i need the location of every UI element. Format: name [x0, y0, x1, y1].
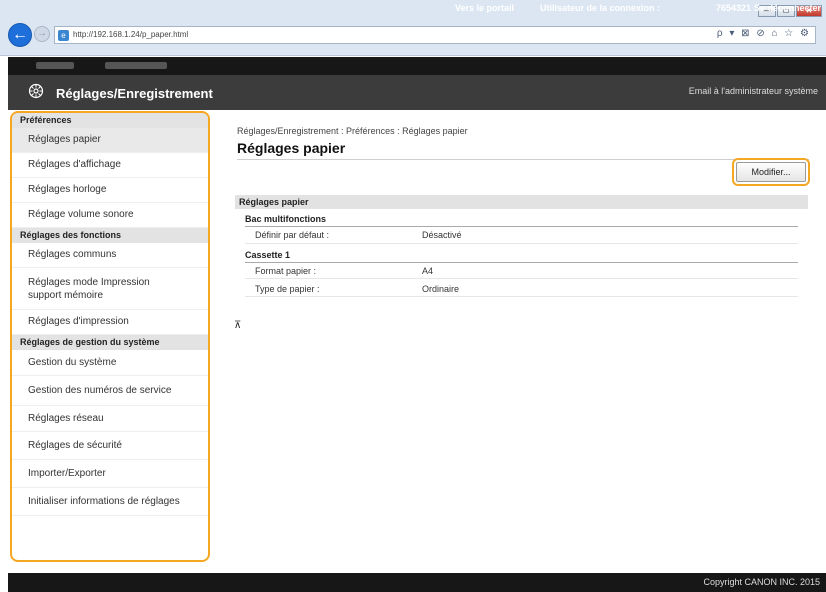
sidebar-item-affichage[interactable]: Réglages d'affichage: [12, 153, 208, 178]
modify-button-label: Modifier...: [736, 162, 806, 182]
sidebar-item-volume[interactable]: Réglage volume sonore: [12, 203, 208, 228]
footer: Copyright CANON INC. 2015: [8, 573, 826, 592]
setting-label: Format papier :: [255, 266, 317, 276]
page-icon: e: [58, 30, 69, 41]
sidebar-item-initialiser[interactable]: Initialiser informations de réglages: [12, 488, 208, 516]
back-to-top-icon[interactable]: ⊼: [234, 320, 241, 331]
divider: [245, 226, 798, 227]
login-user-id: 7654321: [716, 3, 752, 13]
sidebar-item-numeros-service[interactable]: Gestion des numéros de service: [12, 376, 208, 406]
sidebar-item-label: Réglages mode Impression support mémoire: [28, 277, 150, 301]
sidebar-item-label: Importer/Exporter: [28, 468, 106, 479]
divider: [237, 159, 809, 160]
sidebar-item-communs[interactable]: Réglages communs: [12, 243, 208, 268]
login-user-label: Utilisateur de la connexion :: [540, 3, 661, 13]
copyright-text: Copyright CANON INC. 2015: [703, 577, 820, 587]
logout-link[interactable]: Se déconnecter: [754, 3, 821, 13]
sidebar-item-reglages-papier[interactable]: Réglages papier: [12, 128, 208, 153]
setting-label: Type de papier :: [255, 284, 320, 294]
sidebar: Préférences Réglages papier Réglages d'a…: [10, 111, 210, 562]
sidebar-item-impression-memoire[interactable]: Réglages mode Impression support mémoire: [12, 268, 208, 310]
sidebar-item-label: Gestion du système: [28, 357, 117, 368]
sidebar-item-label: Réglages papier: [28, 134, 101, 145]
sidebar-item-label: Gestion des numéros de service: [28, 385, 172, 396]
browser-chrome: — ▭ ✕ ← → e http://192.168.1.24/p_paper.…: [0, 0, 826, 56]
divider: [245, 278, 798, 279]
redacted-text: [105, 62, 167, 69]
settings-gear-icon: [28, 83, 44, 99]
address-bar[interactable]: e http://192.168.1.24/p_paper.html ρ ▾ ⊠…: [54, 26, 816, 44]
sidebar-item-impression[interactable]: Réglages d'impression: [12, 310, 208, 335]
sidebar-item-importer-exporter[interactable]: Importer/Exporter: [12, 460, 208, 488]
divider: [245, 262, 798, 263]
divider: [245, 243, 798, 244]
sidebar-item-label: Réglages de sécurité: [28, 440, 122, 451]
sidebar-item-label: Réglages réseau: [28, 413, 104, 424]
setting-value: Ordinaire: [422, 284, 460, 294]
address-bar-tools[interactable]: ρ ▾ ⊠ ⊘ ⌂ ☆ ⚙: [717, 28, 811, 39]
setting-value: A4: [422, 266, 434, 276]
sidebar-item-securite[interactable]: Réglages de sécurité: [12, 432, 208, 460]
sidebar-item-reseau[interactable]: Réglages réseau: [12, 406, 208, 432]
portal-link[interactable]: Vers le portail: [455, 3, 514, 13]
section-header: Réglages papier: [235, 195, 808, 209]
redacted-text: [36, 62, 74, 69]
breadcrumb: Réglages/Enregistrement : Préférences : …: [237, 126, 468, 136]
admin-email-link[interactable]: Email à l'administrateur système: [689, 86, 818, 96]
group-title-cassette: Cassette 1: [245, 250, 291, 260]
setting-label: Définir par défaut :: [255, 230, 330, 240]
group-title-bac: Bac multifonctions: [245, 214, 327, 224]
forward-arrow-icon[interactable]: →: [34, 26, 50, 42]
sidebar-section-preferences: Préférences: [12, 113, 208, 128]
sidebar-item-label: Réglages communs: [28, 249, 117, 260]
top-bar: [8, 57, 826, 75]
sidebar-item-label: Réglage volume sonore: [28, 209, 134, 220]
app-title: Réglages/Enregistrement: [56, 86, 213, 101]
sidebar-item-label: Réglages d'affichage: [28, 159, 121, 170]
sidebar-item-horloge[interactable]: Réglages horloge: [12, 178, 208, 203]
sidebar-item-label: Réglages horloge: [28, 184, 107, 195]
modify-button[interactable]: Modifier...: [732, 158, 810, 186]
page-title: Réglages papier: [237, 140, 346, 156]
sidebar-item-label: Réglages d'impression: [28, 316, 129, 327]
url-text[interactable]: http://192.168.1.24/p_paper.html: [73, 30, 188, 39]
sidebar-item-gestion-systeme[interactable]: Gestion du système: [12, 350, 208, 376]
sidebar-section-fonctions: Réglages des fonctions: [12, 228, 208, 243]
divider: [245, 296, 798, 297]
back-arrow-icon[interactable]: ←: [8, 23, 32, 47]
main-content: Réglages/Enregistrement : Préférences : …: [216, 110, 826, 564]
sidebar-item-label: Initialiser informations de réglages: [28, 496, 180, 507]
setting-value: Désactivé: [422, 230, 462, 240]
sidebar-section-gestion: Réglages de gestion du système: [12, 335, 208, 350]
